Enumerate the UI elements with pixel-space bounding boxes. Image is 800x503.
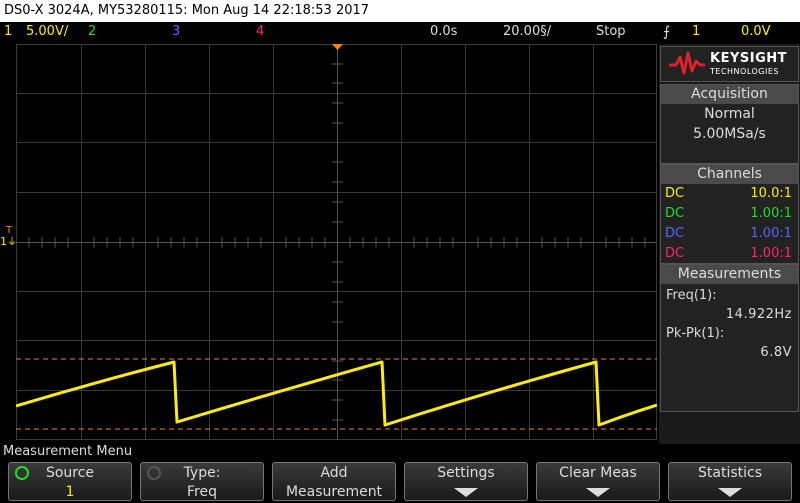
brand-logo: KEYSIGHT TECHNOLOGIES bbox=[660, 46, 799, 82]
arrow-down-icon bbox=[586, 488, 610, 497]
arrow-down-icon bbox=[718, 488, 742, 497]
measurements-title: Measurements bbox=[661, 265, 798, 284]
menu-title-bar: Measurement Menu bbox=[0, 444, 800, 460]
trigger-position-marker[interactable] bbox=[332, 44, 343, 50]
softkey-label: Source bbox=[45, 465, 95, 481]
softkey-value: Freq bbox=[187, 484, 217, 500]
channel-probe: 1.00:1 bbox=[750, 226, 792, 241]
softkey-label: Settings bbox=[437, 465, 495, 481]
measurement-value: 6.8V bbox=[760, 345, 792, 360]
channel-row-4[interactable]: DC 1.00:1 bbox=[661, 244, 798, 264]
channel-coupling: DC bbox=[665, 206, 685, 221]
ground-marker-label: 1 bbox=[0, 235, 7, 248]
softkey-type[interactable]: Type: Freq bbox=[140, 462, 264, 501]
softkey-label: Statistics bbox=[698, 465, 762, 481]
ch1-waveform bbox=[16, 360, 657, 427]
trigger-level[interactable]: 0.0V bbox=[741, 22, 771, 42]
channel-row-3[interactable]: DC 1.00:1 bbox=[661, 224, 798, 244]
channel-probe: 10.0:1 bbox=[750, 186, 792, 201]
softkey-label: Measurement bbox=[285, 484, 383, 500]
ch1-ground-marker[interactable]: 1⏚ bbox=[0, 236, 17, 249]
run-state[interactable]: Stop bbox=[596, 22, 626, 42]
menu-title: Measurement Menu bbox=[3, 444, 133, 459]
softkey-add-measurement[interactable]: Add Measurement bbox=[272, 462, 396, 501]
channel-coupling: DC bbox=[665, 226, 685, 241]
softkey-statistics[interactable]: Statistics bbox=[668, 462, 792, 501]
channel-row-1[interactable]: DC 10.0:1 bbox=[661, 184, 798, 204]
trigger-edge-icon: ⨍ bbox=[663, 24, 671, 40]
channel-coupling: DC bbox=[665, 186, 685, 201]
ch1-number[interactable]: 1 bbox=[4, 22, 12, 42]
ch4-number[interactable]: 4 bbox=[256, 22, 264, 42]
ch2-number[interactable]: 2 bbox=[88, 22, 96, 42]
channel-row-2[interactable]: DC 1.00:1 bbox=[661, 204, 798, 224]
time-scale[interactable]: 20.00§/ bbox=[503, 22, 551, 42]
window-title: DS0-X 3024A, MY53280115: Mon Aug 14 22:1… bbox=[4, 3, 370, 18]
channels-panel[interactable]: Channels DC 10.0:1 DC 1.00:1 DC 1.00:1 D… bbox=[660, 164, 799, 264]
softkey-value: 1 bbox=[65, 484, 75, 500]
title-bar: DS0-X 3024A, MY53280115: Mon Aug 14 22:1… bbox=[0, 0, 800, 22]
acquisition-mode: Normal bbox=[704, 106, 755, 122]
softkey-label: Clear Meas bbox=[559, 465, 637, 481]
keysight-logo-icon bbox=[669, 51, 705, 75]
measurement-label: Pk-Pk(1): bbox=[666, 326, 725, 341]
ground-icon: ⏚ bbox=[7, 237, 17, 248]
softkey-source[interactable]: Source 1 bbox=[8, 462, 132, 501]
softkey-label: Type: bbox=[183, 465, 221, 481]
acquisition-panel[interactable]: Acquisition Normal 5.00MSa/s bbox=[660, 84, 799, 164]
ch1-scale[interactable]: 5.00V/ bbox=[26, 22, 68, 42]
softkey-settings[interactable]: Settings bbox=[404, 462, 528, 501]
trigger-source[interactable]: 1 bbox=[692, 22, 700, 42]
status-bar: 1 5.00V/ 2 3 4 0.0s 20.00§/ Stop ⨍ 1 0.0… bbox=[0, 22, 800, 42]
softkey-label: Add bbox=[320, 465, 348, 481]
ch3-number[interactable]: 3 bbox=[172, 22, 180, 42]
waveform-display[interactable] bbox=[16, 44, 657, 440]
acquisition-title: Acquisition bbox=[661, 85, 798, 104]
channel-probe: 1.00:1 bbox=[750, 246, 792, 261]
time-position[interactable]: 0.0s bbox=[430, 22, 457, 42]
brand-sub: TECHNOLOGIES bbox=[710, 67, 779, 76]
measurement-value: 14.922Hz bbox=[725, 307, 792, 322]
acquisition-rate: 5.00MSa/s bbox=[693, 126, 766, 142]
measurements-panel[interactable]: Measurements Freq(1): 14.922Hz Pk-Pk(1):… bbox=[660, 264, 799, 412]
side-panel: KEYSIGHT TECHNOLOGIES Acquisition Normal… bbox=[659, 44, 800, 444]
channel-probe: 1.00:1 bbox=[750, 206, 792, 221]
measurement-label: Freq(1): bbox=[666, 288, 717, 303]
brand-name: KEYSIGHT bbox=[710, 51, 787, 66]
arrow-down-icon bbox=[454, 488, 478, 497]
softkey-clear-meas[interactable]: Clear Meas bbox=[536, 462, 660, 501]
channels-title: Channels bbox=[661, 165, 798, 184]
channel-coupling: DC bbox=[665, 246, 685, 261]
